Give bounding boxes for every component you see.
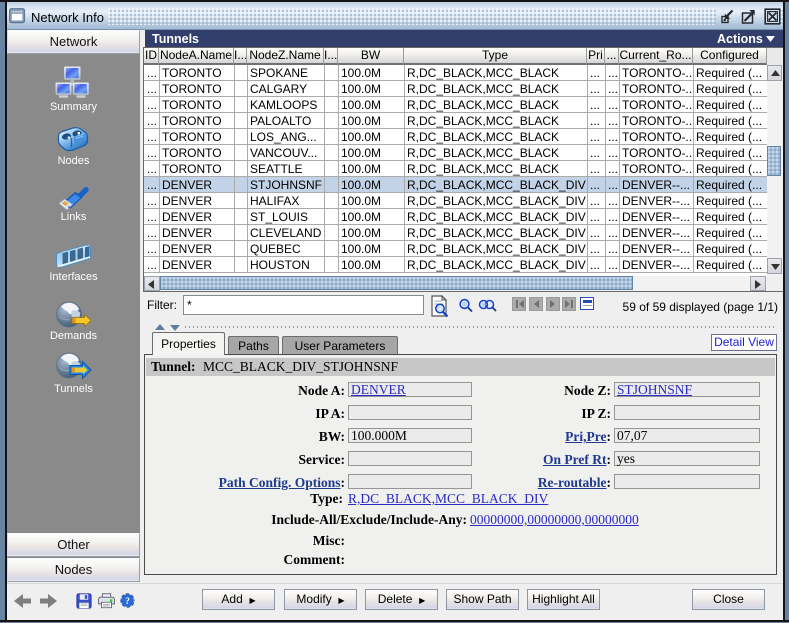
svg-text:?: ? — [125, 597, 130, 607]
